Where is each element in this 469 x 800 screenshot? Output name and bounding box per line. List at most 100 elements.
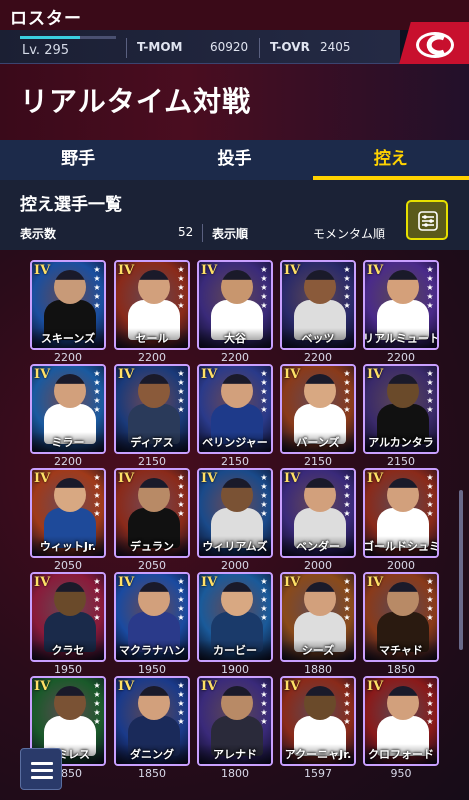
star-rating-icon: ★ ★ ★ ★ ★ xyxy=(93,369,101,414)
player-card[interactable]: IV ★ ★ ★ ★ ★ デュラン xyxy=(114,468,190,558)
player-card[interactable]: IV ★ ★ ★ ★ ★ リアルミュート xyxy=(363,260,439,350)
sort-value[interactable]: モメンタム順 xyxy=(313,225,385,242)
sort-label: 表示順 xyxy=(212,227,249,241)
player-portrait-head xyxy=(304,270,336,304)
player-name: アレナド xyxy=(213,748,257,761)
menu-icon-line xyxy=(31,769,53,772)
screen-title: ロスター xyxy=(10,9,82,29)
tovr-label: T-OVR xyxy=(270,40,310,54)
player-name: アルカンタラ xyxy=(368,436,434,449)
player-card[interactable]: IV ★ ★ ★ ★ ★ スキーンズ xyxy=(30,260,106,350)
star-rating-icon: ★ ★ ★ ★ ★ xyxy=(343,369,351,414)
player-card[interactable]: IV ★ ★ ★ ★ ★ ウィリアムズ xyxy=(197,468,273,558)
player-portrait-head xyxy=(138,582,170,616)
card-grade-badge: IV xyxy=(367,679,384,694)
player-card[interactable]: IV ★ ★ ★ ★ ★ セール xyxy=(114,260,190,350)
stat-divider xyxy=(259,38,260,58)
display-options-row: 表示数 52 表示順 モメンタム順 xyxy=(0,220,400,248)
player-card[interactable]: IV ★ ★ ★ ★ ★ アクーニャJr. xyxy=(280,676,356,766)
star-rating-icon: ★ ★ ★ ★ ★ xyxy=(260,681,268,726)
count-value: 52 xyxy=(178,225,194,239)
player-card[interactable]: IV ★★★★★ ゴールドシュミット xyxy=(363,468,439,558)
player-portrait-head xyxy=(304,582,336,616)
player-name: マクラナハン xyxy=(119,644,185,657)
card-grade-badge: IV xyxy=(367,367,384,382)
card-grade-badge: IV xyxy=(118,263,135,278)
options-divider xyxy=(202,224,203,242)
scrollbar[interactable] xyxy=(459,490,463,650)
player-card[interactable]: IV ★ ★ ★ ★ ★ 大谷 xyxy=(197,260,273,350)
player-card[interactable]: IV ★ ★ ★ ★ ★ ベンダー xyxy=(280,468,356,558)
count-label: 表示数 xyxy=(20,227,57,241)
player-portrait-head xyxy=(138,374,170,408)
card-grade-badge: IV xyxy=(367,471,384,486)
card-grade-badge: IV xyxy=(284,367,301,382)
player-card[interactable]: IV ★ ★ ★ ★ ★ バーンズ xyxy=(280,364,356,454)
player-portrait-head xyxy=(54,478,86,512)
player-name: ウィットJr. xyxy=(39,540,97,553)
player-portrait-head xyxy=(54,374,86,408)
player-portrait-head xyxy=(387,478,419,512)
level-progress-fill xyxy=(20,36,80,39)
player-score: 1950 xyxy=(138,663,166,676)
card-grade-badge: IV xyxy=(34,367,51,382)
player-card[interactable]: IV ★ ★ ★ ★ ★ ウィットJr. xyxy=(30,468,106,558)
player-card[interactable]: IV ★ ★ ★ ★ ★ クラセ xyxy=(30,572,106,662)
card-grade-badge: IV xyxy=(118,679,135,694)
player-card[interactable]: IV ★ ★ ★ ★ ★ シーズ xyxy=(280,572,356,662)
filter-button[interactable] xyxy=(406,200,448,240)
player-card[interactable]: IV ★ ★ ★ ★ ★ ダニング xyxy=(114,676,190,766)
player-card[interactable]: IV ★ ★ ★ ★ ★ ディアス xyxy=(114,364,190,454)
player-name: ベンダー xyxy=(296,540,340,553)
star-rating-icon: ★ ★ ★ ★ ★ xyxy=(343,473,351,518)
star-rating-icon: ★ ★ ★ ★ ★ xyxy=(93,473,101,518)
card-grade-badge: IV xyxy=(34,575,51,590)
player-portrait-head xyxy=(304,478,336,512)
player-card[interactable]: IV ★ ★ ★ ★ ★ カービー xyxy=(197,572,273,662)
player-score: 1900 xyxy=(221,663,249,676)
player-card[interactable]: IV ★ ★ ★ ★ ★ アレナド xyxy=(197,676,273,766)
player-portrait-head xyxy=(304,374,336,408)
star-rating-icon: ★ ★ ★ ★ ★ xyxy=(93,681,101,726)
card-grade-badge: IV xyxy=(118,471,135,486)
player-card[interactable]: IV ★ ★ ★ ★ ★ マクラナハン xyxy=(114,572,190,662)
player-score: 2150 xyxy=(304,455,332,468)
player-portrait-head xyxy=(387,374,419,408)
player-score: 1880 xyxy=(304,663,332,676)
tab-bench[interactable]: 控え xyxy=(312,140,469,180)
menu-button[interactable] xyxy=(20,748,62,790)
card-grade-badge: IV xyxy=(118,575,135,590)
star-rating-icon: ★ ★ ★ ★ ★ xyxy=(177,577,185,622)
player-name: シーズ xyxy=(301,644,335,657)
card-grade-badge: IV xyxy=(284,575,301,590)
player-score: 2050 xyxy=(54,559,82,572)
player-score: 1850 xyxy=(138,767,166,780)
player-card[interactable]: IV ★ ★ ★ ★ ★ マチャド xyxy=(363,572,439,662)
tab-fielders[interactable]: 野手 xyxy=(0,140,156,180)
player-card[interactable]: IV ★ ★ ★ ★ ★ クロフォード xyxy=(363,676,439,766)
player-name: スキーンズ xyxy=(40,332,96,345)
top-bar: ロスター xyxy=(0,0,469,30)
player-name: ベリンジャー xyxy=(202,436,268,449)
player-name: クラセ xyxy=(51,644,85,657)
star-rating-icon: ★ ★ ★ ★ ★ xyxy=(426,473,434,518)
player-name: カービー xyxy=(213,644,257,657)
tmom-value: 60920 xyxy=(210,40,249,54)
player-card[interactable]: IV ★ ★ ★ ★ ★ アルカンタラ xyxy=(363,364,439,454)
page-title: リアルタイム対戦 xyxy=(20,85,252,118)
tab-bar: 野手 投手 控え xyxy=(0,140,469,180)
star-rating-icon: ★ ★ ★ ★ ★ xyxy=(426,265,434,310)
player-score: 2050 xyxy=(138,559,166,572)
tab-pitchers[interactable]: 投手 xyxy=(156,140,312,180)
filter-sliders-icon xyxy=(418,211,438,231)
card-grade-badge: IV xyxy=(201,679,218,694)
player-card[interactable]: IV ★ ★ ★ ★ ★ ベリンジャー xyxy=(197,364,273,454)
player-portrait-head xyxy=(138,686,170,720)
team-c-logo-icon xyxy=(416,32,454,58)
player-card[interactable]: IV ★ ★ ★ ★ ★ ミラー xyxy=(30,364,106,454)
list-title: 控え選手一覧 xyxy=(20,195,122,215)
level-progress-track xyxy=(80,36,116,39)
list-header: 控え選手一覧 表示数 52 表示順 モメンタム順 xyxy=(0,180,469,250)
card-grade-badge: IV xyxy=(34,471,51,486)
player-card[interactable]: IV ★ ★ ★ ★ ★ ベッツ xyxy=(280,260,356,350)
